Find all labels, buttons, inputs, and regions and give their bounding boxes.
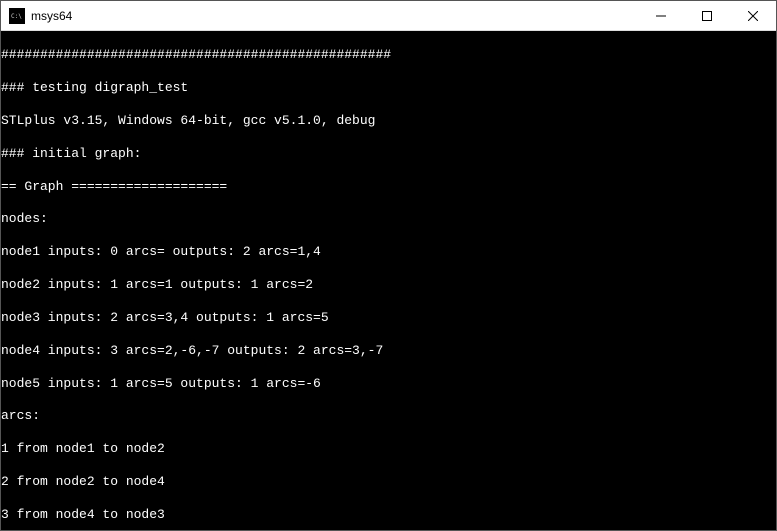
svg-text:C:\: C:\ — [11, 13, 22, 20]
terminal-line: node5 inputs: 1 arcs=5 outputs: 1 arcs=-… — [1, 376, 776, 392]
titlebar: C:\ msys64 — [1, 1, 776, 31]
terminal-line: ### initial graph: — [1, 146, 776, 162]
terminal-line: nodes: — [1, 211, 776, 227]
maximize-button[interactable] — [684, 1, 730, 30]
terminal-line: 3 from node4 to node3 — [1, 507, 776, 523]
terminal-line: arcs: — [1, 408, 776, 424]
terminal-line: ### testing digraph_test — [1, 80, 776, 96]
close-button[interactable] — [730, 1, 776, 30]
minimize-button[interactable] — [638, 1, 684, 30]
terminal-line: node1 inputs: 0 arcs= outputs: 2 arcs=1,… — [1, 244, 776, 260]
terminal-line: STLplus v3.15, Windows 64-bit, gcc v5.1.… — [1, 113, 776, 129]
terminal-icon: C:\ — [9, 8, 25, 24]
terminal-line: 1 from node1 to node2 — [1, 441, 776, 457]
window-title: msys64 — [31, 9, 638, 23]
terminal-line: ########################################… — [1, 47, 776, 63]
terminal-output[interactable]: ########################################… — [1, 31, 776, 530]
terminal-line: 2 from node2 to node4 — [1, 474, 776, 490]
terminal-line: node2 inputs: 1 arcs=1 outputs: 1 arcs=2 — [1, 277, 776, 293]
terminal-line: node3 inputs: 2 arcs=3,4 outputs: 1 arcs… — [1, 310, 776, 326]
terminal-line: node4 inputs: 3 arcs=2,-6,-7 outputs: 2 … — [1, 343, 776, 359]
terminal-line: == Graph ==================== — [1, 179, 776, 195]
window-controls — [638, 1, 776, 30]
